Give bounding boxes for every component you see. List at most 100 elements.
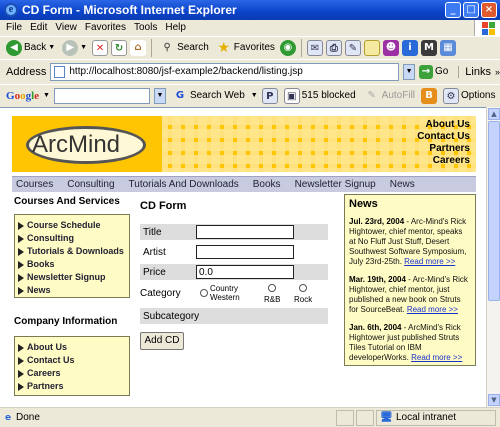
radio-country-western[interactable]: Country Western (200, 284, 256, 302)
google-search-input[interactable] (53, 87, 150, 104)
zone-label: Local intranet (396, 412, 457, 423)
go-button[interactable]: → Go (418, 64, 448, 79)
sidebar-item-about-us[interactable]: About Us (18, 341, 126, 354)
nav-news[interactable]: News (390, 177, 415, 192)
banner-link-careers[interactable]: Careers (417, 155, 470, 167)
sidebar-item-careers[interactable]: Careers (18, 367, 126, 380)
media-icon[interactable]: ◉ (279, 39, 296, 56)
mail-icon[interactable]: ✉ (306, 39, 323, 56)
nav-tutorials[interactable]: Tutorials And Downloads (129, 177, 239, 192)
print-icon[interactable]: ⎙ (325, 39, 342, 56)
chevron-down-icon[interactable]: ▼ (251, 92, 258, 99)
options-icon: ⚙ (443, 87, 460, 104)
sidebar-item-contact-us[interactable]: Contact Us (18, 354, 126, 367)
discuss-icon[interactable] (363, 39, 380, 56)
radio-rnb[interactable]: R&B (264, 284, 280, 304)
pagerank-icon[interactable]: P (261, 87, 278, 104)
chevron-down-icon: ▼ (48, 44, 56, 51)
blogger-icon[interactable]: B (421, 87, 438, 104)
search-icon: ⚲ (163, 41, 171, 53)
tool-icon[interactable]: M (420, 39, 437, 56)
radio-button[interactable] (268, 284, 277, 292)
scroll-thumb[interactable] (488, 121, 500, 301)
maximize-button[interactable]: □ (463, 2, 479, 18)
menu-edit[interactable]: Edit (30, 20, 47, 36)
sidebar-item-course-schedule[interactable]: Course Schedule (18, 219, 126, 232)
popup-blocker-button[interactable]: ▣ 515 blocked (282, 86, 358, 106)
window-icon[interactable]: ▦ (439, 39, 456, 56)
triangle-bullet-icon (18, 343, 24, 352)
site-nav: Courses Consulting Tutorials And Downloa… (12, 176, 476, 192)
page-viewport: ArcMind About Us Contact Us Partners Car… (0, 107, 486, 407)
subcategory-row: Subcategory (140, 308, 328, 324)
research-icon[interactable]: i (401, 39, 418, 56)
messenger-icon[interactable]: ☻ (382, 39, 399, 56)
news-item: Mar. 19th, 2004 - Arc-Mind's Rick Highto… (349, 275, 471, 315)
triangle-bullet-icon (18, 234, 24, 243)
sidebar-title-services: Courses And Services (14, 196, 120, 207)
radio-rock[interactable]: Rock (294, 284, 312, 304)
popup-blocked-label: 515 blocked (301, 90, 356, 101)
autofill-button[interactable]: ✎ AutoFill (362, 86, 417, 106)
search-button[interactable]: ⚲ Search (157, 38, 211, 58)
window-title: CD Form - Microsoft Internet Explorer (22, 3, 237, 17)
read-more-link[interactable]: Read more >> (407, 305, 458, 314)
menu-favorites[interactable]: Favorites (85, 20, 126, 36)
chevron-right-icon[interactable]: » (495, 67, 500, 77)
nav-consulting[interactable]: Consulting (67, 177, 114, 192)
stop-icon[interactable]: ✕ (92, 39, 109, 56)
banner-link-about-us[interactable]: About Us (417, 119, 470, 131)
sidebar-item-consulting[interactable]: Consulting (18, 232, 126, 245)
windows-flag-icon (474, 20, 500, 36)
chevron-down-icon[interactable]: ▼ (43, 92, 50, 99)
artist-input[interactable] (196, 245, 294, 259)
address-input[interactable]: http://localhost:8080/jsf-example2/backe… (50, 62, 400, 81)
edit-icon[interactable]: ✎ (344, 39, 361, 56)
services-menu: Course Schedule Consulting Tutorials & D… (14, 214, 130, 298)
radio-button[interactable] (200, 289, 208, 297)
vertical-scrollbar[interactable]: ▲ ▼ (486, 107, 500, 407)
close-button[interactable]: × (481, 2, 497, 18)
standard-toolbar: ◀ Back ▼ ▶ ▼ ✕ ↻ ⌂ ⚲ Search ★ Favorites … (0, 36, 500, 58)
read-more-link[interactable]: Read more >> (411, 353, 462, 362)
home-icon[interactable]: ⌂ (130, 39, 147, 56)
address-dropdown-button[interactable]: ▼ (403, 63, 415, 80)
back-button[interactable]: ◀ Back ▼ (4, 38, 57, 58)
radio-button[interactable] (299, 284, 308, 292)
refresh-icon[interactable]: ↻ (111, 39, 128, 56)
menu-view[interactable]: View (55, 20, 77, 36)
menu-tools[interactable]: Tools (134, 20, 157, 36)
search-web-button[interactable]: G Search Web (170, 86, 247, 106)
options-button[interactable]: ⚙ Options (441, 86, 497, 106)
title-input[interactable] (196, 225, 294, 239)
title-label: Title (143, 226, 162, 238)
sidebar-item-news[interactable]: News (18, 284, 126, 297)
banner-link-partners[interactable]: Partners (417, 143, 470, 155)
banner-link-contact-us[interactable]: Contact Us (417, 131, 470, 143)
nav-newsletter[interactable]: Newsletter Signup (295, 177, 376, 192)
add-cd-button[interactable]: Add CD (140, 332, 184, 350)
forward-button[interactable]: ▶ ▼ (60, 38, 89, 58)
favorites-label: Favorites (233, 42, 275, 53)
google-search-dropdown[interactable]: ▼ (153, 87, 166, 104)
sidebar-item-label: News (27, 285, 51, 295)
price-input[interactable] (196, 265, 294, 279)
sidebar-item-newsletter[interactable]: Newsletter Signup (18, 271, 126, 284)
nav-courses[interactable]: Courses (16, 177, 53, 192)
minimize-button[interactable]: _ (445, 2, 461, 18)
scroll-up-button[interactable]: ▲ (488, 108, 500, 120)
sidebar-item-label: Tutorials & Downloads (27, 246, 124, 256)
scroll-down-button[interactable]: ▼ (488, 394, 500, 406)
menu-help[interactable]: Help (165, 20, 186, 36)
google-search-icon: G (175, 89, 185, 101)
nav-books[interactable]: Books (253, 177, 281, 192)
sidebar-item-books[interactable]: Books (18, 258, 126, 271)
sidebar-item-partners[interactable]: Partners (18, 380, 126, 393)
links-button[interactable]: Links (458, 65, 491, 78)
toolbar-separator (300, 38, 302, 57)
menu-file[interactable]: File (6, 20, 22, 36)
sidebar-item-tutorials[interactable]: Tutorials & Downloads (18, 245, 126, 258)
google-logo[interactable]: Google (6, 90, 39, 102)
favorites-button[interactable]: ★ Favorites (214, 38, 277, 58)
read-more-link[interactable]: Read more >> (404, 257, 455, 266)
